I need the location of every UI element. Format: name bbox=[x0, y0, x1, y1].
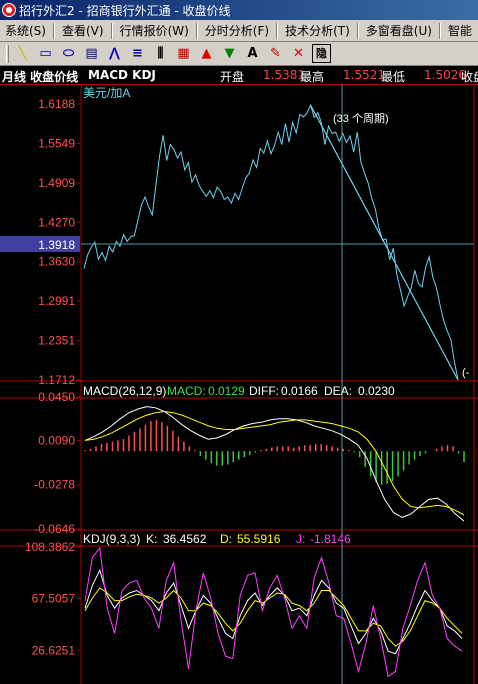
macd-legend-dea-label: DEA: bbox=[324, 384, 352, 398]
y-tick-label: 1.6188 bbox=[38, 97, 75, 111]
fibonacci-icon[interactable]: ▤ bbox=[82, 44, 101, 63]
kdj-d-line bbox=[84, 587, 463, 647]
kdj-legend-d-value: 55.5916 bbox=[237, 532, 281, 546]
trendline-drawing bbox=[310, 104, 459, 381]
cursor-value-label: 1.3918 bbox=[38, 238, 75, 252]
y-tick-label: -0.0646 bbox=[34, 522, 75, 536]
eraser-icon[interactable]: ✎ bbox=[266, 44, 285, 63]
chart-info-bar: 月线 收盘价线 MACD KDJ 开盘 1.5381 最高 1.5521 最低 … bbox=[0, 66, 478, 84]
macd-legend-diff-value: 0.0166 bbox=[281, 384, 318, 398]
price-legend: 美元/加A bbox=[83, 86, 130, 100]
channel-lines-icon[interactable]: ≡ bbox=[128, 44, 147, 63]
kdj-legend-k-label: K: bbox=[146, 532, 157, 546]
macd-legend-macd-value: 0.0129 bbox=[208, 384, 245, 398]
y-tick-label: 1.4270 bbox=[38, 215, 75, 229]
high-value: 1.5521 bbox=[343, 68, 385, 82]
macd-legend-dea-value: 0.0230 bbox=[358, 384, 395, 398]
menu-bar: 系统(S) 查看(V) 行情报价(W) 分时分析(F) 技术分析(T) 多窗看盘(U) 智能 bbox=[0, 20, 478, 42]
period-annotation: (33 个周期) bbox=[333, 112, 389, 125]
rectangle-draw-icon[interactable]: ▭ bbox=[36, 44, 55, 63]
price-series-line bbox=[83, 103, 459, 381]
kdj-legend-j-value: -1.8146 bbox=[310, 532, 351, 546]
grid-icon[interactable]: ▦ bbox=[174, 44, 193, 63]
kdj-legend-k-value: 36.4562 bbox=[163, 532, 207, 546]
gann-fan-icon[interactable]: ⋀ bbox=[105, 44, 124, 63]
line-draw-icon[interactable]: ╲ bbox=[13, 44, 32, 63]
y-tick-label: 1.2351 bbox=[38, 334, 75, 348]
y-tick-label: 1.2991 bbox=[38, 294, 75, 308]
macd-dea-line bbox=[84, 410, 465, 516]
indicators-label: MACD KDJ bbox=[88, 68, 156, 82]
menu-separator bbox=[110, 22, 113, 39]
text-tool-icon[interactable]: A bbox=[243, 44, 262, 63]
kdj-k-line bbox=[84, 568, 463, 655]
y-tick-label: 1.4909 bbox=[38, 176, 75, 190]
chart-area[interactable]: 1.6188 1.5549 1.4909 1.4270 1.3630 1.2991 1.23… bbox=[0, 84, 478, 684]
y-tick-label: 1.5549 bbox=[38, 136, 75, 150]
low-label: 最低 bbox=[381, 70, 406, 84]
toolbar-grip[interactable] bbox=[6, 44, 9, 63]
edge-label: (- bbox=[462, 367, 470, 379]
drawing-toolbar: ╲ ▭ ⬭ ▤ ⋀ ≡ ⫼ ▦ ▲ ▼ A ✎ ✕ 隐 bbox=[0, 42, 478, 66]
menu-item-1[interactable]: 查看(V) bbox=[57, 22, 109, 39]
kdj-j-line bbox=[84, 546, 463, 678]
title-bar: 招行外汇2 - 招商银行外汇通 - 收盘价线 bbox=[0, 0, 478, 20]
period-label: 月线 收盘价线 bbox=[2, 70, 79, 84]
hide-drawings-icon[interactable]: 隐 bbox=[312, 44, 331, 63]
kdj-legend-d-label: D: bbox=[220, 532, 232, 546]
window-title: 招行外汇2 - 招商银行外汇通 - 收盘价线 bbox=[19, 3, 231, 18]
kdj-legend-j-label: J: bbox=[296, 532, 305, 546]
menu-item-2[interactable]: 行情报价(W) bbox=[115, 22, 194, 39]
y-tick-label: -0.0278 bbox=[34, 478, 75, 492]
kdj-legend-label: KDJ(9,3,3) bbox=[83, 532, 140, 546]
high-label: 最高 bbox=[300, 70, 325, 84]
menu-separator bbox=[438, 22, 441, 39]
menu-item-6[interactable]: 智能 bbox=[443, 22, 477, 39]
menu-item-4[interactable]: 技术分析(T) bbox=[280, 22, 355, 39]
close-label: 收盘 bbox=[461, 70, 478, 84]
up-arrow-icon[interactable]: ▲ bbox=[197, 44, 216, 63]
menu-item-5[interactable]: 多窗看盘(U) bbox=[361, 22, 437, 39]
menu-separator bbox=[356, 22, 359, 39]
ellipse-draw-icon[interactable]: ⬭ bbox=[59, 44, 78, 63]
y-tick-label: 1.1712 bbox=[38, 373, 75, 387]
macd-legend-label: MACD(26,12,9) bbox=[83, 384, 166, 398]
menu-item-0[interactable]: 系统(S) bbox=[0, 22, 51, 39]
y-tick-label: 26.6251 bbox=[32, 643, 76, 657]
delete-icon[interactable]: ✕ bbox=[289, 44, 308, 63]
parallel-lines-icon[interactable]: ⫼ bbox=[151, 44, 170, 63]
chart-svg[interactable]: 1.6188 1.5549 1.4909 1.4270 1.3630 1.2991 1.23… bbox=[0, 84, 478, 684]
macd-legend-diff-label: DIFF: bbox=[249, 384, 279, 398]
app-logo-icon bbox=[2, 3, 16, 17]
y-tick-label: 0.0090 bbox=[38, 433, 75, 447]
low-value: 1.5026 bbox=[424, 68, 466, 82]
y-tick-label: 67.5057 bbox=[32, 592, 76, 606]
y-tick-label: 0.0450 bbox=[38, 390, 75, 404]
open-value: 1.5381 bbox=[263, 68, 305, 82]
menu-separator bbox=[52, 22, 55, 39]
menu-item-3[interactable]: 分时分析(F) bbox=[200, 22, 274, 39]
menu-separator bbox=[195, 22, 198, 39]
menu-separator bbox=[276, 22, 279, 39]
y-tick-label: 1.3630 bbox=[38, 255, 75, 269]
macd-legend-macd-label: MACD: bbox=[167, 384, 206, 398]
down-arrow-icon[interactable]: ▼ bbox=[220, 44, 239, 63]
y-tick-label: 108.3862 bbox=[25, 540, 75, 554]
open-label: 开盘 bbox=[220, 70, 245, 84]
